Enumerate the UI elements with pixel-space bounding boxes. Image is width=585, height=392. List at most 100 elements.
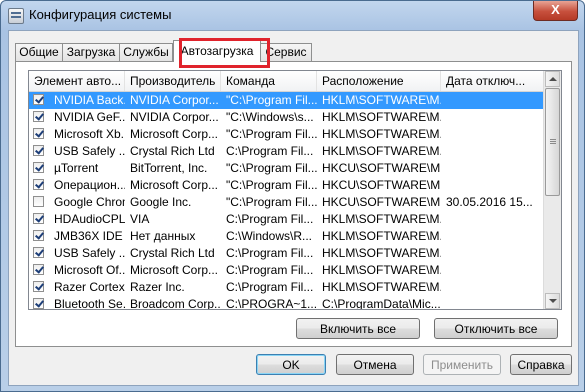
cell-date [441,296,543,309]
row-checkbox[interactable] [33,145,44,156]
tab-services[interactable]: Службы [119,43,173,61]
cell-date [441,245,543,262]
cell-item: Операцион... [54,178,125,192]
cell-date [441,160,543,177]
cell-vendor: NVIDIA Corpor... [130,110,219,124]
cell-item: Microsoft Xb... [54,127,125,141]
cell-location: HKCU\SOFTWARE\M... [322,178,441,192]
cell-location: HKLM\SOFTWARE\M... [322,110,441,124]
cell-location: HKLM\SOFTWARE\M... [322,280,441,294]
window-title: Конфигурация системы [29,7,172,22]
row-checkbox[interactable] [33,94,44,105]
cell-item: USB Safely ... [54,144,125,158]
cell-command: "C:\Program Fil... [226,161,317,175]
column-header-vendor[interactable]: Производитель [125,71,221,91]
cell-vendor: Microsoft Corp... [130,178,219,192]
apply-button[interactable]: Применить [423,354,501,375]
cell-date [441,279,543,296]
scroll-thumb[interactable] [545,88,560,196]
column-header-location[interactable]: Расположение [317,71,441,91]
table-row[interactable]: USB Safely ... Crystal Rich Ltd C:\Program… [29,245,543,262]
cell-item: JMB36X IDE ... [54,229,125,243]
table-row[interactable]: USB Safely ... Crystal Rich Ltd C:\Program… [29,143,543,160]
cell-item: µTorrent [54,161,99,175]
cell-vendor: Microsoft Corp... [130,263,219,277]
cell-command: C:\Program Fil... [226,280,314,294]
cell-vendor: Google Inc. [130,195,192,209]
row-checkbox[interactable] [33,179,44,190]
cell-command: C:\Program Fil... [226,263,314,277]
cell-date [441,262,543,279]
column-header-date[interactable]: Дата отключ... [441,71,543,91]
cell-item: Razer Cortex [54,280,125,294]
cell-vendor: VIA [130,212,150,226]
ok-button[interactable]: OK [256,354,326,375]
startup-items-list[interactable]: Элемент авто... Производитель Команда Ра… [28,70,562,310]
column-header-command[interactable]: Команда [221,71,317,91]
tab-general[interactable]: Общие [15,43,63,61]
cell-vendor: Нет данных [130,229,196,243]
table-row[interactable]: Microsoft Of... Microsoft Corp... C:\Progr… [29,262,543,279]
dialog-content: Общие Загрузка Службы Автозагрузка Серви… [8,30,579,386]
table-row[interactable]: NVIDIA Back... NVIDIA Corpor... "C:\Progra… [29,92,543,109]
table-row[interactable]: Операцион... Microsoft Corp... "C:\Program… [29,177,543,194]
enable-all-button[interactable]: Включить все [296,318,420,339]
cell-item: HDAudioCPL [54,212,125,226]
cell-location: HKLM\SOFTWARE\M... [322,127,441,141]
cell-vendor: Crystal Rich Ltd [130,246,215,260]
row-checkbox[interactable] [33,230,44,241]
cell-date [441,143,543,160]
arrow-up-icon [549,77,557,81]
row-checkbox[interactable] [33,213,44,224]
table-row[interactable]: JMB36X IDE ... Нет данных C:\Windows\R... H… [29,228,543,245]
table-row[interactable]: Microsoft Xb... Microsoft Corp... "C:\Prog… [29,126,543,143]
row-checkbox[interactable] [33,298,44,309]
table-row[interactable]: Razer Cortex Razer Inc. C:\Program Fil... H… [29,279,543,296]
table-row[interactable]: NVIDIA GeF... NVIDIA Corpor... "C:\Windows… [29,109,543,126]
row-checkbox[interactable] [33,196,44,207]
msconfig-window: Конфигурация системы X Общие Загрузка Сл… [0,0,585,392]
row-checkbox[interactable] [33,264,44,275]
row-checkbox[interactable] [33,281,44,292]
cell-location: HKLM\SOFTWARE\M... [322,144,441,158]
cell-command: C:\Program Fil... [226,144,314,158]
cell-location: C:\ProgramData\Mic... [322,297,441,310]
cell-command: "C:\Windows\s... [226,110,314,124]
row-checkbox[interactable] [33,111,44,122]
tab-boot[interactable]: Загрузка [62,43,120,61]
cell-command: C:\PROGRA~1... [226,297,317,310]
cell-date [441,109,543,126]
table-row[interactable]: Google Chrome Google Inc. "C:\Program Fil.… [29,194,543,211]
row-checkbox[interactable] [33,128,44,139]
tab-startup[interactable]: Автозагрузка [173,40,261,62]
cell-date [441,211,543,228]
cell-command: "C:\Program Fil... [226,127,317,141]
cell-location: HKLM\SOFTWARE\M... [322,263,441,277]
cell-date: 30.05.2016 15... [446,195,533,209]
cell-vendor: BitTorrent, Inc. [130,161,208,175]
cancel-button[interactable]: Отмена [336,354,414,375]
table-row[interactable]: Bluetooth Se... Broadcom Corp... C:\PROGRA… [29,296,543,310]
scroll-up-button[interactable] [545,71,560,87]
title-bar[interactable]: Конфигурация системы X [1,1,584,29]
grip-icon [550,139,556,140]
cell-item: NVIDIA Back... [54,93,125,107]
cell-item: NVIDIA GeF... [54,110,125,124]
column-header-item[interactable]: Элемент авто... [29,71,125,91]
cell-vendor: Microsoft Corp... [130,127,219,141]
cell-command: C:\Windows\R... [226,229,313,243]
table-row[interactable]: µTorrent BitTorrent, Inc. "C:\Program Fil.… [29,160,543,177]
disable-all-button[interactable]: Отключить все [434,318,558,339]
table-row[interactable]: HDAudioCPL VIA C:\Program Fil... HKLM\SOFTW… [29,211,543,228]
scroll-down-button[interactable] [545,293,560,309]
tab-tools[interactable]: Сервис [260,43,312,61]
row-checkbox[interactable] [33,162,44,173]
help-button[interactable]: Справка [510,354,572,375]
cell-command: C:\Program Fil... [226,212,314,226]
vertical-scrollbar[interactable] [543,71,561,309]
msconfig-app-icon [8,8,24,24]
close-button[interactable]: X [533,1,578,21]
row-checkbox[interactable] [33,247,44,258]
cell-vendor: Broadcom Corp... [130,297,221,310]
cell-item: USB Safely ... [54,246,125,260]
